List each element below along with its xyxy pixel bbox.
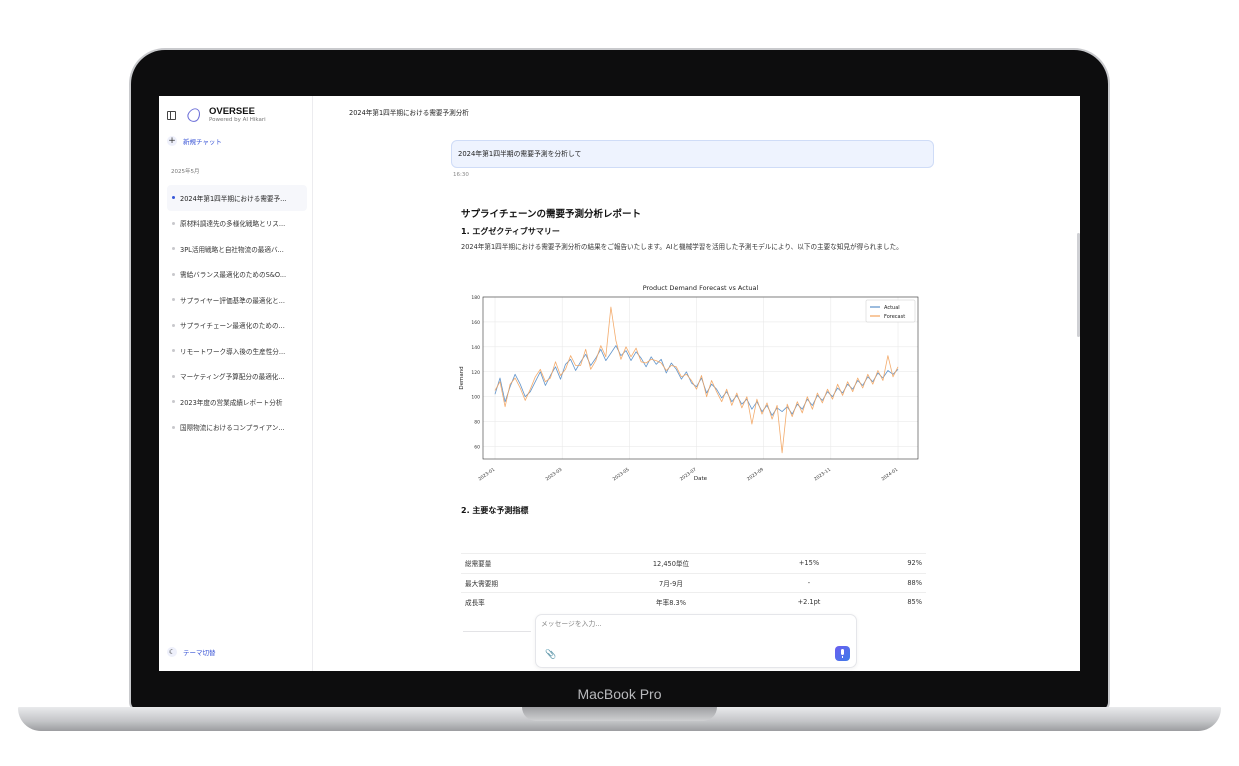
bullet-icon bbox=[172, 349, 175, 353]
paperclip-icon[interactable]: 📎 bbox=[545, 650, 556, 660]
x-tick-label: 2024-01 bbox=[880, 467, 899, 483]
plus-icon: + bbox=[167, 136, 177, 146]
history-item[interactable]: リモートワーク導入後の生産性分... bbox=[167, 338, 307, 364]
sidebar-toggle-icon[interactable] bbox=[167, 110, 176, 120]
report-title: サプライチェーンの需要予測分析レポート bbox=[461, 209, 642, 220]
message-input[interactable] bbox=[541, 620, 831, 628]
bullet-icon bbox=[172, 323, 175, 327]
y-tick-label: 60 bbox=[474, 445, 480, 451]
table-row: 成長率 年率8.3% +2.1pt 85% bbox=[461, 592, 926, 612]
brand-tagline: Powered by AI Hikari bbox=[209, 116, 266, 123]
bullet-icon bbox=[172, 272, 175, 276]
history-item[interactable]: マーケティング予算配分の最適化... bbox=[167, 364, 307, 390]
history-item[interactable]: 3PL活用戦略と自社物流の最適バ... bbox=[167, 236, 307, 262]
y-tick-label: 140 bbox=[471, 345, 480, 351]
message-timestamp: 16:30 bbox=[453, 172, 469, 178]
table-row: 総需要量 12,450単位 +15% 92% bbox=[461, 553, 926, 573]
history-month-label: 2025年5月 bbox=[171, 169, 200, 175]
device-label: MacBook Pro bbox=[577, 686, 662, 702]
app-screen: OVERSEE Powered by AI Hikari + 新規チャット 20… bbox=[159, 96, 1080, 671]
bullet-icon bbox=[172, 400, 175, 404]
bullet-icon bbox=[172, 298, 175, 302]
bullet-icon bbox=[172, 196, 175, 200]
x-tick-label: 2023-03 bbox=[544, 467, 563, 483]
history-item[interactable]: サプライヤー評価基準の最適化と... bbox=[167, 287, 307, 313]
chat-history-list: 2024年第1四半期における需要予... 原材料調達先の多様化戦略とリス... … bbox=[167, 185, 307, 440]
bullet-icon bbox=[172, 425, 175, 429]
bullet-icon bbox=[172, 374, 175, 378]
microphone-button[interactable] bbox=[835, 646, 850, 661]
logo-icon bbox=[185, 105, 203, 125]
bullet-icon bbox=[172, 247, 175, 251]
chart-title: Product Demand Forecast vs Actual bbox=[643, 284, 759, 292]
x-axis-label: Date bbox=[694, 476, 708, 482]
laptop-notch bbox=[522, 707, 717, 721]
history-item[interactable]: 需給バランス最適化のためのS&O... bbox=[167, 262, 307, 288]
section-heading: 2. 主要な予測指標 bbox=[461, 506, 529, 515]
chat-title: 2024年第1四半期における需要予測分析 bbox=[349, 109, 469, 117]
section-heading: 1. エグゼクティブサマリー bbox=[461, 227, 560, 236]
divider bbox=[463, 631, 531, 632]
x-tick-label: 2023-05 bbox=[612, 467, 631, 483]
summary-paragraph: 2024年第1四半期における需要予測分析の結果をご報告いたします。AIと機械学習… bbox=[461, 243, 903, 251]
new-chat-label: 新規チャット bbox=[183, 138, 222, 146]
brand: OVERSEE Powered by AI Hikari bbox=[167, 104, 266, 126]
legend-label: Forecast bbox=[884, 314, 905, 320]
theme-toggle-label: テーマ切替 bbox=[183, 649, 216, 657]
new-chat-button[interactable]: + 新規チャット bbox=[167, 136, 222, 146]
history-item[interactable]: 原材料調達先の多様化戦略とリス... bbox=[167, 211, 307, 237]
y-tick-label: 100 bbox=[471, 395, 480, 401]
sidebar: OVERSEE Powered by AI Hikari + 新規チャット 20… bbox=[159, 96, 313, 671]
theme-toggle-button[interactable]: ☾ テーマ切替 bbox=[167, 647, 216, 657]
scrollbar[interactable] bbox=[1077, 233, 1080, 337]
x-tick-label: 2023-01 bbox=[477, 467, 496, 483]
user-message: 2024年第1四半期の需要予測を分析して bbox=[451, 140, 934, 168]
bullet-icon bbox=[172, 221, 175, 225]
history-item[interactable]: 2023年度の営業成績レポート分析 bbox=[167, 389, 307, 415]
moon-icon: ☾ bbox=[167, 647, 177, 657]
history-item[interactable]: 2024年第1四半期における需要予... bbox=[167, 185, 307, 211]
legend-label: Actual bbox=[884, 305, 900, 311]
x-tick-label: 2023-09 bbox=[746, 467, 765, 483]
y-tick-label: 160 bbox=[471, 320, 480, 326]
metrics-table: 総需要量 12,450単位 +15% 92% 最大需要期 7月-9月 - 88%… bbox=[461, 553, 926, 612]
history-item[interactable]: 国際物流におけるコンプライアン... bbox=[167, 415, 307, 441]
table-row: 最大需要期 7月-9月 - 88% bbox=[461, 572, 926, 593]
y-tick-label: 80 bbox=[474, 420, 480, 426]
brand-name: OVERSEE bbox=[209, 106, 255, 117]
y-tick-label: 120 bbox=[471, 370, 480, 376]
history-item[interactable]: サプライチェーン最適化のための... bbox=[167, 313, 307, 339]
main-panel: 2024年第1四半期における需要予測分析 2024年第1四半期の需要予測を分析し… bbox=[313, 96, 1080, 671]
demand-chart: Product Demand Forecast vs Actual 60 80 100… bbox=[459, 284, 919, 483]
message-composer: 📎 bbox=[535, 614, 857, 668]
y-axis-label: Demand bbox=[459, 366, 465, 389]
y-tick-label: 180 bbox=[471, 295, 480, 301]
x-tick-label: 2023-11 bbox=[813, 467, 832, 483]
